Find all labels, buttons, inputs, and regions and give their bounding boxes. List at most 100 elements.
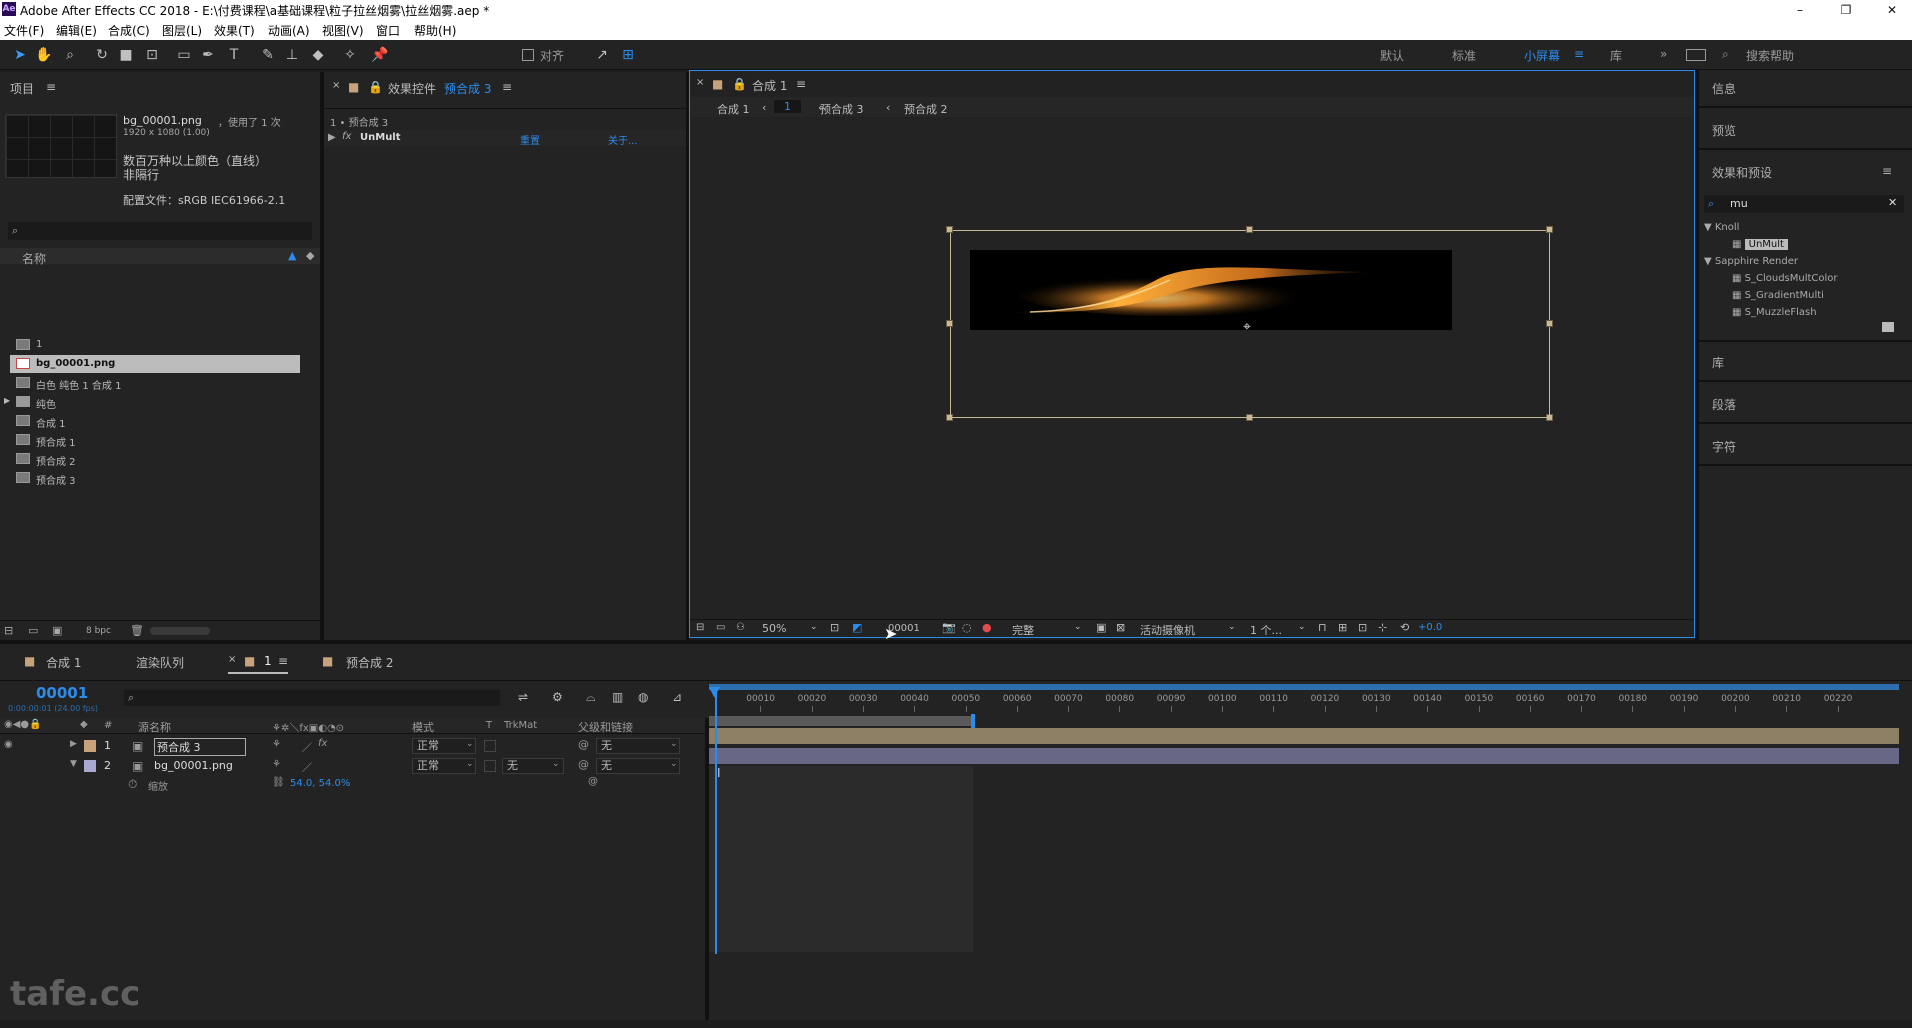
lock-icon[interactable]: 🔒 [732, 77, 747, 91]
new-bin-icon[interactable] [1882, 322, 1894, 332]
tab-precomp2[interactable]: 预合成 2 [346, 654, 393, 671]
new-composition-icon[interactable]: ▣ [52, 624, 62, 637]
effect-item[interactable]: ▦ S_CloudsMultColor [1732, 273, 1838, 284]
expand-triangle-icon[interactable]: ▼ [1704, 256, 1715, 267]
pick-whip-icon[interactable]: @ [578, 738, 589, 751]
rotate-tool-icon[interactable]: ↻ [92, 45, 112, 65]
menu-file[interactable]: 文件(F) [4, 22, 44, 39]
preview-panel-tab[interactable]: 预览 [1712, 122, 1736, 139]
workspace-default[interactable]: 默认 [1380, 47, 1404, 64]
column-name[interactable]: 名称 [22, 250, 46, 267]
fit-icon[interactable]: ⊡ [830, 621, 839, 634]
title-safe-icon[interactable]: ◩ [852, 621, 862, 634]
chevron-down-icon[interactable]: ⌄ [466, 739, 474, 749]
crumb-comp1[interactable]: 合成 1 [717, 101, 750, 117]
chevron-down-icon[interactable]: ⌄ [552, 759, 560, 769]
show-snapshot-icon[interactable]: ◌ [962, 621, 972, 634]
align-checkbox[interactable] [522, 49, 534, 61]
shy-icon[interactable]: ⌓ [586, 690, 596, 705]
project-menu-icon[interactable]: ≡ [46, 80, 56, 94]
crumb-precomp2[interactable]: 预合成 2 [904, 101, 948, 117]
mask-visibility-icon[interactable]: ⚇ [736, 622, 745, 633]
paragraph-panel-tab[interactable]: 段落 [1712, 396, 1736, 413]
chevron-down-icon[interactable]: ⌄ [1074, 622, 1082, 632]
transform-handle[interactable] [1546, 320, 1553, 327]
comp-tab[interactable]: 合成 1 [752, 77, 787, 94]
work-area-end-handle[interactable] [971, 714, 975, 728]
pen-tool-icon[interactable]: ✒ [198, 45, 218, 65]
effects-search-input[interactable]: ⌕ mu ✕ [1704, 195, 1904, 213]
about-link[interactable]: 关于... [608, 132, 638, 147]
expand-triangle-icon[interactable]: ▼ [70, 759, 77, 769]
mode-column[interactable]: 模式 [412, 719, 434, 735]
effects-group[interactable]: ▼ Sapphire Render [1704, 256, 1798, 267]
transform-handle[interactable] [946, 320, 953, 327]
hand-tool-icon[interactable]: ✋ [34, 45, 54, 65]
project-item[interactable]: 预合成 2 [10, 450, 300, 468]
menu-help[interactable]: 帮助(H) [414, 22, 456, 39]
eraser-tool-icon[interactable]: ◆ [308, 45, 328, 65]
always-preview-icon[interactable]: ⊟ [696, 622, 704, 633]
more-workspaces-icon[interactable]: » [1660, 47, 1667, 61]
work-area-range[interactable] [709, 684, 1899, 690]
type-tool-icon[interactable]: T [224, 45, 244, 65]
menu-layer[interactable]: 图层(L) [162, 22, 202, 39]
sort-ascending-icon[interactable]: ▲ [288, 249, 296, 262]
roto-brush-tool-icon[interactable]: ✧ [340, 45, 360, 65]
property-keyframe-icon[interactable]: I [717, 766, 721, 780]
tab-1[interactable]: 1 [264, 654, 272, 668]
snap-icon[interactable]: ↗ [592, 45, 612, 65]
visibility-eye-icon[interactable]: ◉ [4, 739, 13, 750]
camera-tool-icon[interactable]: ■ [116, 45, 136, 65]
project-item[interactable]: 合成 1 [10, 412, 300, 430]
pan-behind-tool-icon[interactable]: ⊡ [142, 45, 162, 65]
interpret-footage-icon[interactable]: ⊟ [4, 624, 13, 637]
info-panel-tab[interactable]: 信息 [1712, 80, 1736, 97]
close-button[interactable]: ✕ [1872, 0, 1912, 20]
transform-handle[interactable] [1546, 414, 1553, 421]
clear-search-icon[interactable]: ✕ [1888, 196, 1897, 209]
delete-icon[interactable]: 🗑 [130, 624, 144, 637]
panel-lock-icon[interactable]: ■ [348, 80, 359, 94]
chevron-down-icon[interactable]: ⌄ [670, 739, 678, 749]
fx-toggle[interactable]: fx [342, 131, 351, 142]
timeline-search-input[interactable]: ⌕ [124, 690, 500, 706]
brush-tool-icon[interactable]: ✎ [258, 45, 278, 65]
library-panel-tab[interactable]: 库 [1712, 354, 1724, 371]
pick-whip-icon[interactable]: @ [588, 776, 598, 787]
rectangle-tool-icon[interactable]: ▭ [174, 45, 194, 65]
time-ruler[interactable]: 00010 00020 00030 00040 00050 00060 00070 00080… [709, 694, 1899, 714]
constrain-proportions-icon[interactable]: ⛓ [272, 777, 285, 788]
playhead-handle-icon[interactable]: ▼ [709, 685, 723, 702]
menu-effect[interactable]: 效果(T) [214, 22, 255, 39]
property-value[interactable]: 54.0, 54.0% [290, 778, 350, 789]
effect-item[interactable]: ▦ UnMult [1732, 239, 1788, 250]
crumb-1[interactable]: 1 [774, 100, 801, 113]
menu-animation[interactable]: 动画(A) [268, 22, 310, 39]
source-name-column[interactable]: 源名称 [138, 719, 171, 735]
work-area-bar[interactable] [709, 684, 1899, 690]
puppet-pin-tool-icon[interactable]: 📌 [370, 45, 390, 65]
thumbnail-slider[interactable] [150, 627, 210, 635]
effect-item[interactable]: ▦ S_MuzzleFlash [1732, 307, 1817, 318]
exposure-value[interactable]: +0.0 [1418, 622, 1442, 633]
character-panel-tab[interactable]: 字符 [1712, 438, 1736, 455]
preserve-transparency-checkbox[interactable] [484, 760, 496, 772]
current-time-indicator[interactable] [715, 690, 717, 954]
flowchart-icon[interactable]: ⊹ [1378, 621, 1387, 634]
effects-presets-tab[interactable]: 效果和预设 [1712, 164, 1772, 181]
draft-3d-icon[interactable]: ⚙ [552, 690, 563, 704]
project-item[interactable]: bg_00001.png [10, 355, 300, 373]
snapping-icon[interactable]: ⊞ [618, 45, 638, 65]
timeline-layer-row[interactable]: ◉ ▶ 1 ▣ 预合成 3 ⚘ ／ fx 正常 ⌄ @ 无 ⌄ [0, 736, 705, 756]
selection-tool-icon[interactable]: ➤ [10, 45, 30, 65]
chevron-down-icon[interactable]: ⌄ [810, 622, 818, 632]
comp-viewer[interactable]: ⌖ [690, 119, 1694, 619]
tab-render-queue[interactable]: 渲染队列 [136, 654, 184, 671]
monitor-icon[interactable]: ▭ [716, 622, 725, 633]
layer-label-color[interactable] [84, 760, 96, 772]
effect-controls-target[interactable]: 预合成 3 [444, 80, 491, 97]
project-item[interactable]: 白色 纯色 1 合成 1 [10, 374, 300, 392]
quality-switch-icon[interactable]: ／ [302, 759, 312, 774]
preserve-transparency-checkbox[interactable] [484, 740, 496, 752]
